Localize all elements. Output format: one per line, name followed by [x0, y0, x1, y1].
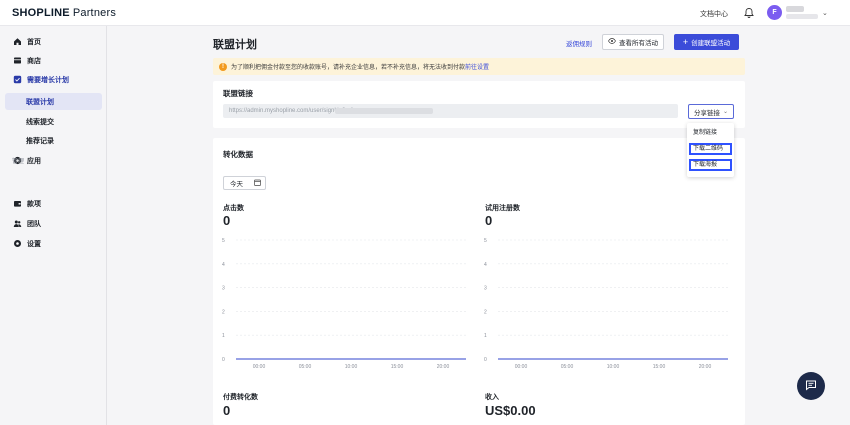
- sidebar-section-manage: 管理: [12, 159, 25, 165]
- metric-revenue-label: 收入: [485, 394, 499, 401]
- y-tick-label: 5: [222, 238, 225, 244]
- y-tick-label: 3: [222, 286, 225, 292]
- gear-icon: [12, 239, 22, 249]
- y-tick-label: 0: [484, 357, 487, 363]
- x-tick-label: 00:00: [253, 364, 266, 370]
- home-icon: [12, 37, 22, 47]
- metric-revenue-value: US$0.00: [485, 403, 536, 418]
- sidebar-item-label: 款项: [27, 200, 41, 208]
- x-tick-label: 20:00: [437, 364, 450, 370]
- sidebar-item-payments[interactable]: 款项: [5, 195, 102, 212]
- sidebar-item-label: 推荐记录: [26, 137, 54, 145]
- avatar[interactable]: F: [767, 5, 782, 20]
- x-tick-label: 10:00: [607, 364, 620, 370]
- top-bar: SHOPLINE Partners 文档中心 F ⌄: [0, 0, 850, 26]
- x-tick-label: 00:00: [515, 364, 528, 370]
- bell-icon[interactable]: [743, 7, 755, 19]
- logo-brand: SHOPLINE: [12, 7, 70, 19]
- chat-icon: [805, 379, 817, 393]
- sidebar-item-affiliate[interactable]: 联盟计划: [5, 93, 102, 110]
- team-icon: [12, 219, 22, 229]
- menu-item-download-qr[interactable]: 下载二维码: [689, 143, 732, 155]
- y-tick-label: 1: [222, 333, 225, 339]
- affiliate-link-title: 联盟链接: [223, 89, 253, 98]
- sidebar-item-store[interactable]: 商店: [5, 52, 102, 69]
- y-tick-label: 1: [484, 333, 487, 339]
- eye-icon: [608, 38, 616, 46]
- sidebar-item-home[interactable]: 首页: [5, 33, 102, 50]
- logo-sub: Partners: [72, 7, 117, 19]
- commission-rules-link[interactable]: 返佣规则: [566, 38, 592, 48]
- create-campaign-button[interactable]: + 创建联盟活动: [674, 34, 739, 50]
- y-tick-label: 4: [222, 262, 225, 268]
- y-tick-label: 2: [222, 309, 225, 315]
- plus-icon: +: [682, 36, 689, 47]
- view-all-label: 查看所有活动: [619, 40, 658, 47]
- y-tick-label: 5: [484, 238, 487, 244]
- metric-paid-label: 付费转化数: [223, 394, 258, 401]
- x-tick-label: 15:00: [653, 364, 666, 370]
- alert-settings-link[interactable]: 前往设置: [465, 62, 489, 71]
- affiliate-url-field[interactable]: https://admin.myshopline.com/user/signUp…: [223, 104, 678, 118]
- sidebar-item-settings[interactable]: 设置: [5, 235, 102, 252]
- wallet-icon: [12, 199, 22, 209]
- url-redacted-token: [335, 108, 433, 114]
- trials-line-chart: 0 1 2 3 4 5 00:00 05:00 10:00 15:00 20:00: [484, 238, 728, 370]
- x-tick-label: 05:00: [299, 364, 312, 370]
- date-label: 今天: [230, 181, 243, 188]
- create-campaign-label: 创建联盟活动: [691, 40, 731, 47]
- docs-center-link[interactable]: 文档中心: [700, 9, 728, 19]
- clicks-line-chart: 0 1 2 3 4 5 00:00 05:00 10:00 15:00 20:00: [222, 238, 466, 370]
- page-title: 联盟计划: [213, 39, 257, 51]
- y-tick-label: 3: [484, 286, 487, 292]
- sidebar-item-team[interactable]: 团队: [5, 215, 102, 232]
- sidebar-item-label: 线索提交: [26, 118, 54, 126]
- warning-icon: !: [219, 62, 227, 71]
- date-picker[interactable]: 今天: [223, 176, 266, 190]
- sidebar-item-label: 设置: [27, 240, 41, 248]
- x-tick-label: 05:00: [561, 364, 574, 370]
- sidebar-item-label: 联盟计划: [26, 98, 54, 106]
- y-tick-label: 4: [484, 262, 487, 268]
- chevron-down-icon[interactable]: ⌄: [822, 9, 828, 17]
- share-link-button[interactable]: 分享链接 ⌄: [688, 104, 734, 119]
- metric-trials-value: 0: [485, 213, 493, 228]
- menu-item-copy-link[interactable]: 复制链接: [689, 127, 732, 139]
- sidebar-item-referrals[interactable]: 推荐记录: [5, 132, 102, 149]
- sidebar-item-growth-plan[interactable]: 需要增长计划: [5, 71, 102, 88]
- x-tick-label: 15:00: [391, 364, 404, 370]
- sidebar-item-label: 商店: [27, 57, 41, 65]
- y-tick-label: 0: [222, 357, 225, 363]
- sidebar-item-label: 需要增长计划: [27, 76, 69, 84]
- account-sub-redacted: [786, 14, 818, 19]
- growth-plan-icon: [12, 75, 22, 85]
- sidebar-item-leads[interactable]: 线索提交: [5, 113, 102, 130]
- sidebar-item-label: 团队: [27, 220, 41, 228]
- account-name-redacted[interactable]: [786, 6, 804, 12]
- metric-clicks-value: 0: [223, 213, 231, 228]
- view-all-campaigns-button[interactable]: 查看所有活动: [602, 34, 664, 50]
- metric-clicks-label: 点击数: [223, 205, 244, 212]
- chat-support-button[interactable]: [797, 372, 825, 400]
- logo[interactable]: SHOPLINE Partners: [12, 7, 116, 19]
- sidebar-item-label: 应用: [27, 157, 41, 165]
- share-link-label: 分享链接: [693, 109, 720, 117]
- calendar-icon: [254, 179, 261, 188]
- alert-text: 为了顺利把佣金付款至您的收款账号，请补充企业信息，若不补充信息，将无法收到付款: [231, 65, 466, 71]
- menu-item-download-poster[interactable]: 下载海报: [689, 159, 732, 171]
- share-dropdown-menu: 复制链接 下载二维码 下载海报: [687, 123, 734, 177]
- metric-trials-label: 试用注册数: [485, 205, 520, 212]
- x-tick-label: 10:00: [345, 364, 358, 370]
- chevron-down-icon: ⌄: [722, 109, 729, 115]
- y-tick-label: 2: [484, 309, 487, 315]
- info-alert: ! 为了顺利把佣金付款至您的收款账号，请补充企业信息，若不补充信息，将无法收到付…: [213, 58, 745, 75]
- sidebar-item-label: 首页: [27, 38, 41, 46]
- store-icon: [12, 56, 22, 66]
- conversion-title: 转化数据: [223, 150, 253, 159]
- metric-paid-value: 0: [223, 403, 231, 418]
- x-tick-label: 20:00: [699, 364, 712, 370]
